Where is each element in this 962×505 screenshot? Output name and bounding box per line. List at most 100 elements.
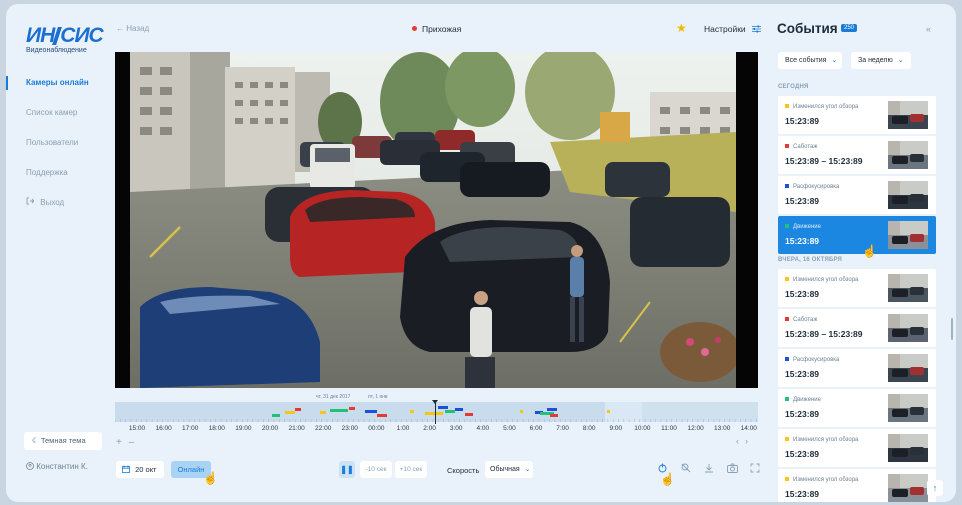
event-time: 15:23:89 [785, 196, 820, 206]
scroll-to-top-button[interactable]: ↑ [927, 480, 943, 496]
event-item[interactable]: Расфокусировка 15:23:89 [778, 349, 936, 387]
chevron-right-icon[interactable]: › [745, 436, 754, 446]
event-thumbnail [888, 181, 928, 209]
timeline-hour-label: 20:00 [261, 425, 279, 432]
user-profile[interactable]: Константин К. [26, 462, 88, 471]
event-item[interactable]: Расфокусировка 15:23:89 [778, 176, 936, 214]
sidebar-item-camera-list[interactable]: Список камер [6, 98, 106, 128]
download-icon[interactable] [704, 463, 714, 476]
pause-button[interactable]: ❚❚ [339, 461, 355, 478]
forward-10-button[interactable]: +10 сек [395, 461, 427, 478]
back-label: Назад [126, 24, 150, 33]
event-thumbnail [888, 394, 928, 422]
settings-label: Настройки [704, 24, 746, 34]
event-time: 15:23:89 [785, 489, 820, 499]
timeline-hour-label: 22:00 [315, 425, 332, 432]
timeline-hour-label: 10:00 [634, 425, 651, 432]
event-item[interactable]: Движение 15:23:89 [778, 216, 936, 254]
moon-icon: ☾ [32, 436, 39, 445]
event-type: Изменился угол обзора [785, 477, 858, 483]
event-type: Расфокусировка [785, 357, 839, 363]
timeline-hour-label: 2:00 [423, 425, 436, 432]
hand-cursor-icon: ☝ [862, 244, 877, 258]
event-time: 15:23:89 [785, 449, 820, 459]
sidebar-item-logout[interactable]: Выход [6, 188, 106, 218]
speed-label: Скорость [447, 466, 480, 475]
event-time: 15:23:89 [785, 236, 820, 246]
timeline-event-marker [438, 406, 448, 409]
speed-value: Обычная [490, 466, 520, 473]
timeline-event-marker [285, 411, 295, 414]
zoom-off-icon[interactable] [681, 463, 691, 476]
event-type-marker [785, 184, 789, 188]
event-type: Изменился угол обзора [785, 437, 858, 443]
event-period-filter-value: За неделю [858, 57, 893, 64]
settings-button[interactable]: Настройки [704, 24, 762, 34]
zoom-in-icon[interactable]: + [116, 437, 122, 448]
timeline-hour-label: 4:00 [476, 425, 490, 432]
event-type-filter[interactable]: Все события ⌄ [778, 52, 842, 69]
event-type-marker [785, 437, 789, 441]
event-item[interactable]: Движение 15:23:89 [778, 389, 936, 427]
calendar-icon [122, 465, 132, 474]
chevron-left-icon[interactable]: ‹ [736, 436, 745, 446]
timeline-hour-label: 18:00 [208, 425, 225, 432]
event-type: Движение [785, 397, 821, 403]
event-item[interactable]: Изменился угол обзора 15:23:89 [778, 429, 936, 467]
events-group-label: ВЧЕРА, 16 ОКТЯБРЯ [778, 257, 843, 263]
event-item[interactable]: Саботаж 15:23:89 – 15:23:89 [778, 309, 936, 347]
event-type-marker [785, 104, 789, 108]
events-title: События [777, 21, 838, 36]
timeline-playhead[interactable] [432, 400, 438, 424]
dark-theme-button[interactable]: ☾ Темная тема [24, 432, 102, 450]
date-picker-button[interactable]: 20 окт [116, 461, 164, 478]
timeline-hour-label: 17:00 [182, 425, 199, 432]
collapse-panel-icon[interactable]: « [926, 24, 931, 34]
event-item[interactable]: Изменился угол обзора 15:23:89 [778, 96, 936, 134]
back-button[interactable]: ← Назад [116, 24, 149, 33]
favorite-star-icon[interactable]: ★ [676, 21, 687, 35]
timeline-hour-label: 13:00 [714, 425, 731, 432]
event-type-label: Движение [793, 397, 821, 403]
arrow-up-icon: ↑ [932, 483, 938, 493]
events-group-label: СЕГОДНЯ [778, 84, 809, 90]
camera-title: Прихожая [412, 24, 461, 34]
timeline-event-marker [465, 413, 473, 416]
event-thumbnail [888, 434, 928, 462]
event-thumbnail [888, 141, 928, 169]
video-player[interactable] [115, 52, 758, 388]
event-type: Движение [785, 224, 821, 230]
event-thumbnail [888, 274, 928, 302]
event-item[interactable]: Изменился угол обзора 15:23:89 [778, 469, 936, 502]
speed-select[interactable]: Обычная ⌄ [485, 461, 533, 478]
fullscreen-icon[interactable] [750, 463, 760, 476]
timeline-event-marker [320, 411, 326, 414]
sidebar-item-support[interactable]: Поддержка [6, 158, 106, 188]
event-type-marker [785, 397, 789, 401]
rewind-10-button[interactable]: -10 сек [360, 461, 392, 478]
timeline-event-marker [349, 407, 355, 410]
event-type-marker [785, 224, 789, 228]
timeline-hour-label: 5:00 [503, 425, 516, 432]
timeline-hour-label: 1:00 [396, 425, 410, 432]
sidebar-item-cameras-online[interactable]: Камеры онлайн [6, 68, 106, 98]
event-item[interactable]: Саботаж 15:23:89 – 15:23:89 [778, 136, 936, 174]
timeline-event-marker [272, 414, 280, 417]
sidebar-nav: Камеры онлайн Список камер Пользователи … [6, 68, 106, 218]
timeline-event-marker [377, 414, 387, 417]
event-time: 15:23:89 [785, 369, 820, 379]
timeline[interactable]: чт, 31 дек 2017 пт, 1 янв 15:00 16:00 17:0… [115, 394, 758, 432]
event-type: Саботаж [785, 144, 817, 150]
timeline-hour-label: 6:00 [529, 425, 543, 432]
event-item[interactable]: Изменился угол обзора 15:23:89 [778, 269, 936, 307]
timeline-event-marker [330, 409, 348, 412]
zoom-out-icon[interactable]: – [129, 437, 135, 448]
event-type-marker [785, 144, 789, 148]
event-time: 15:23:89 [785, 409, 820, 419]
event-period-filter[interactable]: За неделю ⌄ [851, 52, 911, 69]
logo: ИН СИС Видеонаблюдение [26, 25, 104, 54]
camera-snapshot-icon[interactable] [727, 463, 738, 476]
sidebar-item-users[interactable]: Пользователи [6, 128, 106, 158]
events-scrollbar[interactable] [951, 318, 953, 340]
event-type-label: Изменился угол обзора [793, 277, 859, 283]
